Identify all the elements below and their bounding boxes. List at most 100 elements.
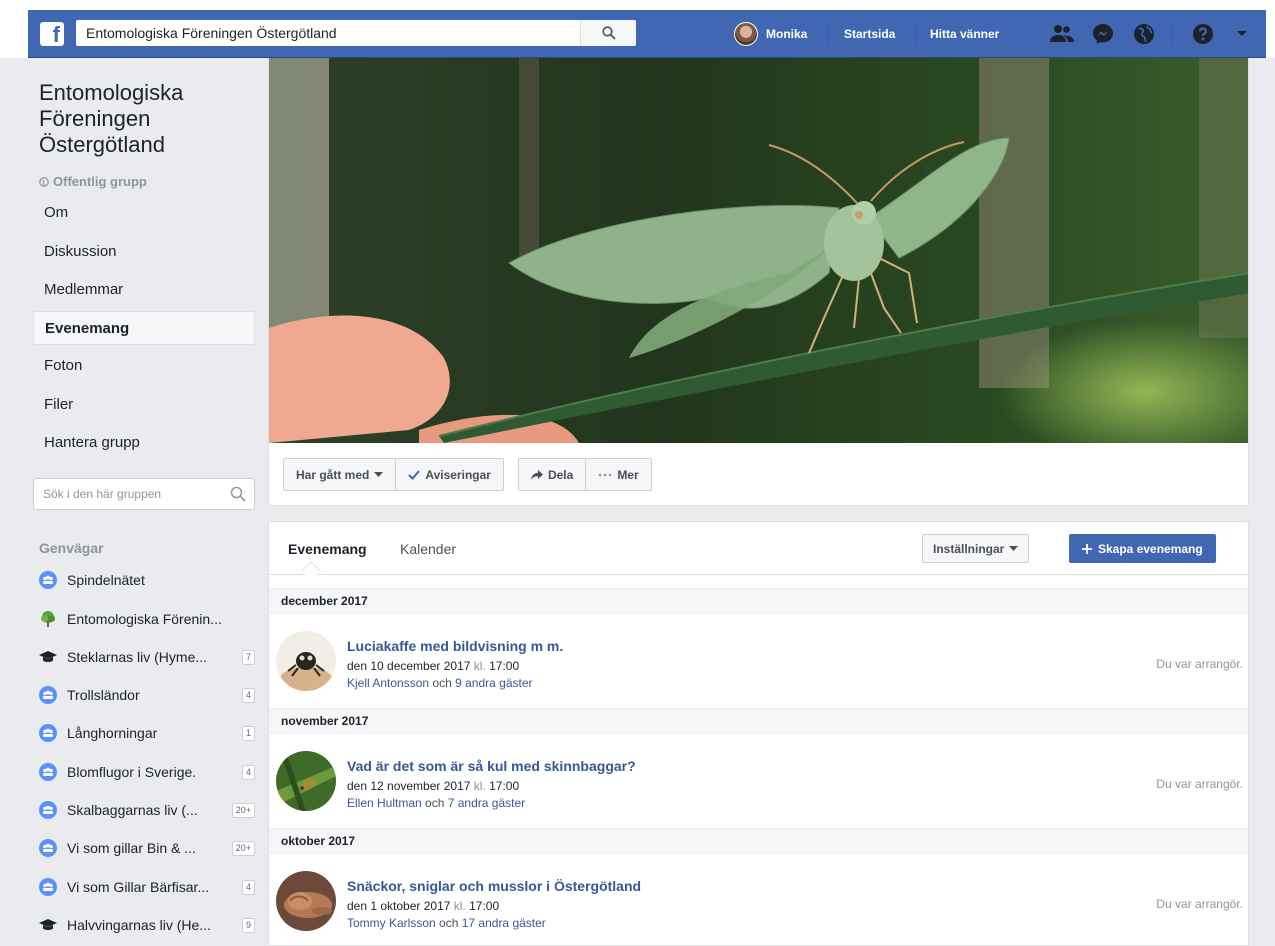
shortcut-item[interactable]: Steklarnas liv (Hyme... 7 <box>39 646 255 668</box>
top-bar: f Monika Startsida Hitta vänner <box>0 0 1275 58</box>
shortcut-item[interactable]: Halvvingarnas liv (He... 9 <box>39 914 255 936</box>
event-title[interactable]: Snäckor, sniglar och musslor i Östergötl… <box>347 878 641 894</box>
plus-icon <box>1082 543 1092 554</box>
group-icon <box>39 801 57 819</box>
event-host-link[interactable]: Kjell Antonsson <box>347 676 429 690</box>
shortcut-label: Skalbaggarnas liv (... <box>67 802 198 818</box>
event-time-prefix: kl. <box>453 899 466 913</box>
facebook-logo-icon[interactable]: f <box>40 22 64 46</box>
event-host-link[interactable]: Tommy Karlsson <box>347 916 436 930</box>
group-icon <box>39 763 57 781</box>
more-label: Mer <box>617 467 639 482</box>
global-search-button[interactable] <box>580 20 636 46</box>
messenger-icon[interactable] <box>1091 22 1115 46</box>
shortcut-count-badge: 20+ <box>231 840 255 856</box>
event-status: Du var arrangör. <box>1156 657 1243 671</box>
share-button[interactable]: Dela <box>517 458 587 491</box>
search-icon[interactable] <box>230 486 246 502</box>
more-dots-icon <box>599 473 612 476</box>
share-arrow-icon <box>530 469 543 480</box>
group-nav-manage[interactable]: Hantera grupp <box>33 426 255 460</box>
friend-requests-icon[interactable] <box>1050 22 1074 46</box>
group-nav-members[interactable]: Medlemmar <box>33 273 255 307</box>
moth-cover-image <box>269 58 1248 443</box>
group-nav-discussion[interactable]: Diskussion <box>33 235 255 269</box>
event-status: Du var arrangör. <box>1156 777 1243 791</box>
group-name[interactable]: Entomologiska Föreningen Östergötland <box>39 80 249 158</box>
event-title[interactable]: Luciakaffe med bildvisning m m. <box>347 638 563 654</box>
shortcut-label: Vi som Gillar Bärfisar... <box>67 879 210 895</box>
month-header: december 2017 <box>269 588 1248 614</box>
event-date-text: den 10 december 2017 <box>347 659 471 673</box>
event-title[interactable]: Vad är det som är så kul med skinnbaggar… <box>347 758 636 774</box>
find-friends-link[interactable]: Hitta vänner <box>930 27 999 41</box>
event-guests: Tommy Karlsson och 17 andra gäster <box>347 916 546 930</box>
event-guests-and: och <box>432 676 452 690</box>
event-status: Du var arrangör. <box>1156 897 1243 911</box>
tree-icon <box>39 610 57 628</box>
graduation-cap-icon <box>39 648 57 666</box>
shortcut-item[interactable]: Blomflugor i Sverige. 4 <box>39 761 255 783</box>
group-privacy: Offentlig grupp <box>39 174 147 189</box>
joined-dropdown-button[interactable]: Har gått med <box>283 458 397 491</box>
shortcut-item[interactable]: Trollsländor 4 <box>39 684 255 706</box>
notifications-globe-icon[interactable] <box>1132 22 1156 46</box>
event-others-link[interactable]: 7 andra gäster <box>448 796 525 810</box>
event-row: Vad är det som är så kul med skinnbaggar… <box>269 734 1248 828</box>
group-nav-photos[interactable]: Foton <box>33 349 255 383</box>
cover-photo[interactable] <box>269 58 1248 443</box>
shortcut-item[interactable]: Vi som Gillar Bärfisar... 4 <box>39 876 255 898</box>
shortcut-label: Trollsländor <box>67 687 140 703</box>
notifications-button[interactable]: Aviseringar <box>396 458 504 491</box>
event-time: 17:00 <box>489 779 520 793</box>
more-button[interactable]: Mer <box>586 458 652 491</box>
event-time: 17:00 <box>489 659 520 673</box>
event-guests-and: och <box>425 796 445 810</box>
create-event-label: Skapa evenemang <box>1098 541 1203 556</box>
create-event-button[interactable]: Skapa evenemang <box>1069 534 1216 563</box>
search-icon <box>601 26 616 40</box>
tab-events[interactable]: Evenemang <box>288 541 367 557</box>
group-search-input[interactable] <box>34 479 214 509</box>
event-thumbnail[interactable] <box>276 751 336 811</box>
month-header: november 2017 <box>269 708 1248 734</box>
blue-bar: f Monika Startsida Hitta vänner <box>28 10 1266 58</box>
shortcut-label: Spindelnätet <box>67 572 145 588</box>
events-tabs: Evenemang Kalender Inställningar Skapa e… <box>269 522 1248 575</box>
event-others-link[interactable]: 17 andra gäster <box>462 916 546 930</box>
shortcut-count-badge: 1 <box>241 725 255 741</box>
event-date-text: den 12 november 2017 <box>347 779 471 793</box>
home-link[interactable]: Startsida <box>844 27 895 41</box>
account-menu-caret-icon[interactable] <box>1230 22 1254 46</box>
event-thumbnail[interactable] <box>276 871 336 931</box>
tab-calendar[interactable]: Kalender <box>400 541 456 557</box>
shortcut-label: Vi som gillar Bin & ... <box>67 840 196 856</box>
joined-label: Har gått med <box>296 467 370 482</box>
shortcut-item[interactable]: Spindelnätet <box>39 569 255 591</box>
help-icon[interactable] <box>1191 22 1215 46</box>
settings-dropdown-button[interactable]: Inställningar <box>922 534 1030 563</box>
event-date: den 12 november 2017 kl. 17:00 <box>347 779 519 793</box>
shortcut-item[interactable]: Vi som gillar Bin & ... 20+ <box>39 837 255 859</box>
group-nav-events[interactable]: Evenemang <box>33 311 255 345</box>
graduation-cap-icon <box>39 916 57 934</box>
profile-link[interactable]: Monika <box>734 22 807 46</box>
group-search <box>33 478 255 510</box>
shortcut-item[interactable]: Långhorningar 1 <box>39 722 255 744</box>
event-time-prefix: kl. <box>473 659 486 673</box>
event-guests: Ellen Hultman och 7 andra gäster <box>347 796 525 810</box>
group-icon <box>39 686 57 704</box>
global-search-input[interactable] <box>76 20 556 46</box>
event-row: Snäckor, sniglar och musslor i Östergötl… <box>269 854 1248 945</box>
shortcut-item[interactable]: Skalbaggarnas liv (... 20+ <box>39 799 255 821</box>
shortcut-count-badge: 4 <box>241 687 255 703</box>
caret-down-icon <box>374 471 384 477</box>
shortcut-item[interactable]: Entomologiska Förenin... <box>39 608 255 630</box>
group-nav-about[interactable]: Om <box>33 196 255 230</box>
shortcut-label: Halvvingarnas liv (He... <box>67 917 211 933</box>
group-nav-files[interactable]: Filer <box>33 388 255 422</box>
globe-icon <box>39 176 49 187</box>
event-thumbnail[interactable] <box>276 631 336 691</box>
event-others-link[interactable]: 9 andra gäster <box>455 676 532 690</box>
event-host-link[interactable]: Ellen Hultman <box>347 796 422 810</box>
